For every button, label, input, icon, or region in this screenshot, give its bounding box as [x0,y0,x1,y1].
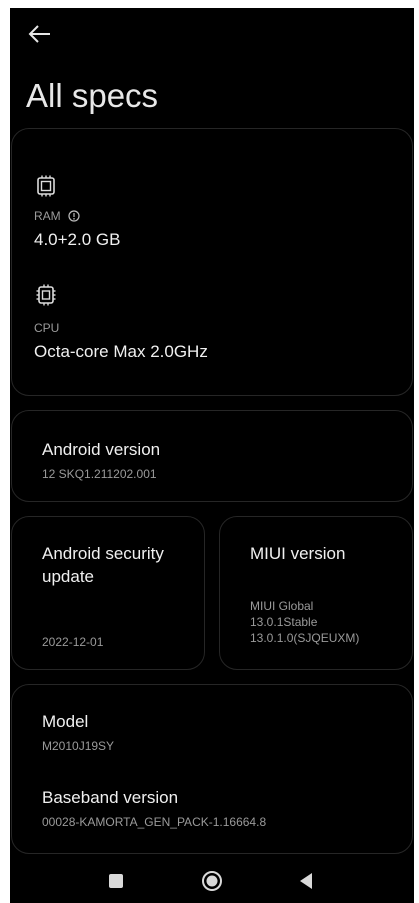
home-button[interactable] [201,870,223,892]
all-specs-screen: All specs RAM 4.0+2.0 GB CPU Octa-core M… [10,8,414,903]
processor-chip-icon [36,284,56,306]
security-update-title-line1: Android security [42,544,164,563]
baseband-title: Baseband version [42,788,179,807]
miui-version-card[interactable]: MIUI version MIUI Global 13.0.1Stable 13… [219,516,413,670]
recents-button[interactable] [108,873,124,889]
miui-version-value-line2: 13.0.1Stable [250,615,318,629]
cpu-label: CPU [34,321,60,335]
back-arrow-icon[interactable] [26,20,54,48]
page-title: All specs [26,77,159,114]
model-value: M2010J19SY [42,739,115,753]
android-version-title: Android version [42,440,161,459]
ram-label: RAM [34,209,61,223]
miui-version-value-line3: 13.0.1.0(SJQEUXM) [250,631,360,645]
model-title: Model [42,712,89,731]
miui-version-value-line1: MIUI Global [250,599,314,613]
hardware-card: RAM 4.0+2.0 GB CPU Octa-core Max 2.0GHz [11,128,413,396]
triangle-back-icon [300,873,312,889]
security-update-title-line2: update [42,567,94,586]
security-update-value: 2022-12-01 [42,635,104,649]
ram-value: 4.0+2.0 GB [34,230,121,249]
miui-version-title: MIUI version [250,544,346,563]
nav-back-button[interactable] [298,872,314,890]
baseband-value: 00028-KAMORTA_GEN_PACK-1.16664.8 [42,815,267,829]
memory-chip-icon [37,175,55,197]
circle-home-icon [202,871,222,891]
security-update-card[interactable]: Android security update 2022-12-01 [11,516,205,670]
android-version-card[interactable]: Android version 12 SKQ1.211202.001 [11,410,413,502]
cpu-value: Octa-core Max 2.0GHz [34,342,208,361]
android-version-value: 12 SKQ1.211202.001 [42,467,157,481]
info-icon[interactable] [68,210,80,222]
square-recents-icon [109,874,123,888]
device-card: Model M2010J19SY Baseband version 00028-… [11,684,413,854]
